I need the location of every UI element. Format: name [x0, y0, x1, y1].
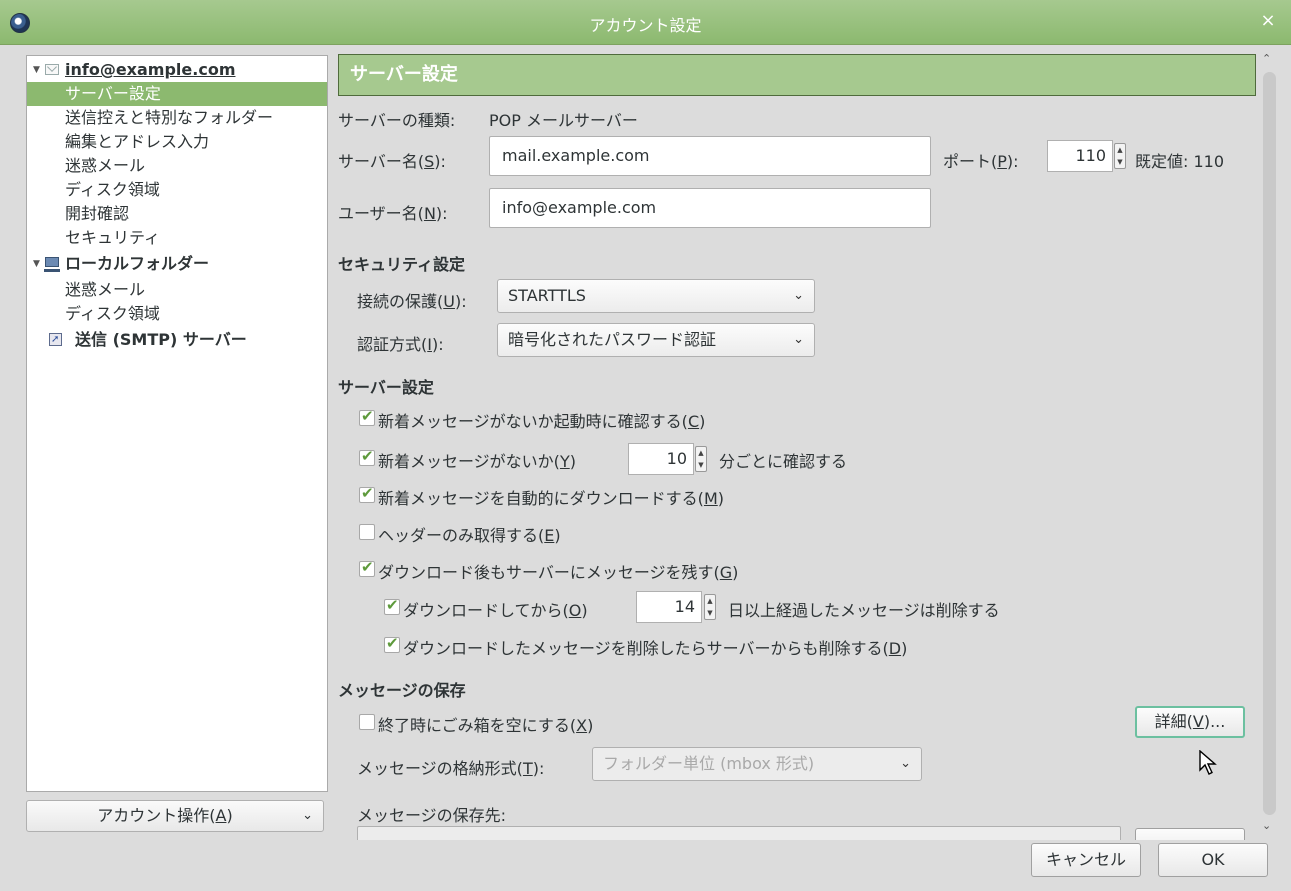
store-type-select[interactable]: フォルダー単位 (mbox 形式) ⌄ [592, 747, 922, 781]
auto-download-checkbox[interactable] [359, 484, 375, 503]
tree-item-server-settings[interactable]: サーバー設定 [27, 82, 327, 106]
check-interval-input[interactable]: 10 [628, 443, 694, 475]
store-type-label: メッセージの格納形式(T): [357, 759, 545, 778]
tree-item-label: ディスク領域 [65, 180, 160, 199]
connection-security-label: 接続の保護(U): [357, 292, 467, 311]
tree-item-local-junk[interactable]: 迷惑メール [27, 278, 327, 302]
security-section-heading: セキュリティ設定 [338, 255, 466, 274]
browse-button[interactable] [1135, 828, 1245, 840]
check-startup-checkbox[interactable] [359, 407, 375, 426]
tree-item-label: ローカルフォルダー [65, 254, 210, 273]
outgoing-server-icon [49, 328, 62, 352]
server-name-input[interactable]: mail.example.com [489, 136, 931, 176]
port-spin-arrows-icon[interactable]: ▲ ▼ [1114, 143, 1126, 169]
tree-item-security[interactable]: セキュリティ [27, 226, 327, 250]
leave-on-server-label: ダウンロード後もサーバーにメッセージを残す(G) [378, 563, 739, 582]
tree-item-copies-folders[interactable]: 送信控えと特別なフォルダー [27, 106, 327, 130]
panel-header: サーバー設定 [338, 54, 1256, 96]
close-icon[interactable]: × [1257, 10, 1279, 32]
account-actions-button[interactable]: アカウント操作(A) ⌄ [26, 800, 324, 832]
expander-icon[interactable]: ▼ [33, 58, 40, 82]
tree-item-label: 開封確認 [65, 204, 130, 223]
expander-icon[interactable]: ▼ [33, 252, 40, 276]
tree-item-local-disk-space[interactable]: ディスク領域 [27, 302, 327, 326]
empty-trash-label: 終了時にごみ箱を空にする(X) [378, 716, 594, 735]
account-tree: ▼ info@example.com サーバー設定 送信控えと特別なフォルダー … [26, 55, 328, 792]
delete-after-suffix: 日以上経過したメッセージは削除する [728, 601, 1000, 620]
tree-item-label: ディスク領域 [65, 304, 160, 323]
tree-item-label: 迷惑メール [65, 156, 146, 175]
tree-item-return-receipts[interactable]: 開封確認 [27, 202, 327, 226]
scroll-down-icon[interactable]: ⌄ [1262, 819, 1271, 832]
check-every-checkbox[interactable] [359, 447, 375, 466]
auto-download-label: 新着メッセージを自動的にダウンロードする(M) [378, 489, 724, 508]
port-label: ポート(P): [943, 152, 1019, 171]
delete-days-input[interactable]: 14 [636, 591, 702, 623]
headers-only-checkbox[interactable] [359, 524, 375, 540]
server-type-label: サーバーの種類: [338, 111, 456, 130]
tree-item-label: 送信 (SMTP) サーバー [75, 330, 247, 349]
delete-after-label: ダウンロードしてから(O) [403, 601, 588, 620]
headers-only-label: ヘッダーのみ取得する(E) [378, 526, 561, 545]
tree-item-label: 編集とアドレス入力 [65, 132, 210, 151]
chevron-down-icon: ⌄ [793, 332, 804, 347]
chevron-down-icon: ⌄ [793, 288, 804, 303]
interval-spin-arrows-icon[interactable]: ▲ ▼ [695, 446, 707, 472]
server-settings-heading: サーバー設定 [338, 378, 434, 397]
mouse-cursor-icon [1199, 750, 1217, 775]
tree-item-composition[interactable]: 編集とアドレス入力 [27, 130, 327, 154]
tree-item-label: セキュリティ [65, 228, 161, 247]
auth-method-label: 認証方式(I): [357, 335, 444, 354]
cancel-button[interactable]: キャンセル [1031, 843, 1141, 877]
port-input[interactable]: 110 [1047, 140, 1113, 172]
store-location-input[interactable] [357, 826, 1121, 840]
settings-panel: サーバー設定 サーバーの種類: POP メールサーバー サーバー名(S): ma… [333, 52, 1259, 840]
check-startup-label: 新着メッセージがないか起動時に確認する(C) [378, 412, 706, 431]
check-every-label: 新着メッセージがないか(Y) [378, 452, 576, 471]
chevron-down-icon: ⌄ [302, 808, 313, 823]
ok-button[interactable]: OK [1158, 843, 1268, 877]
auth-method-select[interactable]: 暗号化されたパスワード認証 ⌄ [497, 323, 815, 357]
user-name-input[interactable]: info@example.com [489, 188, 931, 228]
tree-item-disk-space[interactable]: ディスク領域 [27, 178, 327, 202]
server-type-value: POP メールサーバー [489, 111, 638, 130]
scroll-up-icon[interactable]: ⌃ [1262, 52, 1271, 65]
tree-item-local-folders[interactable]: ▼ ローカルフォルダー [27, 252, 327, 276]
delete-when-deleted-label: ダウンロードしたメッセージを削除したらサーバーからも削除する(D) [403, 639, 908, 658]
empty-trash-checkbox[interactable] [359, 714, 375, 730]
panel-scrollbar[interactable]: ⌃ ⌄ [1259, 52, 1279, 832]
store-location-label: メッセージの保存先: [357, 806, 507, 825]
delete-when-deleted-checkbox[interactable] [384, 634, 400, 653]
delete-after-checkbox[interactable] [384, 596, 400, 615]
leave-on-server-checkbox[interactable] [359, 558, 375, 577]
port-default: 既定値: 110 [1135, 152, 1225, 171]
scroll-thumb[interactable] [1263, 72, 1276, 815]
window-title: アカウント設定 [589, 16, 702, 35]
tree-item-smtp[interactable]: 送信 (SMTP) サーバー [27, 328, 327, 352]
tree-item-label: info@example.com [65, 60, 236, 79]
title-bar: アカウント設定 × [0, 0, 1291, 45]
tree-item-label: 迷惑メール [65, 280, 146, 299]
chevron-down-icon: ⌄ [900, 756, 911, 771]
days-spin-arrows-icon[interactable]: ▲ ▼ [704, 594, 716, 620]
tree-item-label: サーバー設定 [65, 84, 161, 103]
tree-item-label: 送信控えと特別なフォルダー [65, 108, 274, 127]
connection-security-select[interactable]: STARTTLS ⌄ [497, 279, 815, 313]
envelope-icon [45, 64, 59, 75]
check-every-suffix: 分ごとに確認する [719, 452, 848, 471]
tree-item-account[interactable]: ▼ info@example.com [27, 58, 327, 82]
tree-item-junk[interactable]: 迷惑メール [27, 154, 327, 178]
advanced-button[interactable]: 詳細(V)... [1135, 706, 1245, 738]
server-name-label: サーバー名(S): [338, 152, 446, 171]
user-name-label: ユーザー名(N): [338, 204, 448, 223]
storage-section-heading: メッセージの保存 [338, 681, 466, 700]
computer-icon [44, 257, 60, 272]
